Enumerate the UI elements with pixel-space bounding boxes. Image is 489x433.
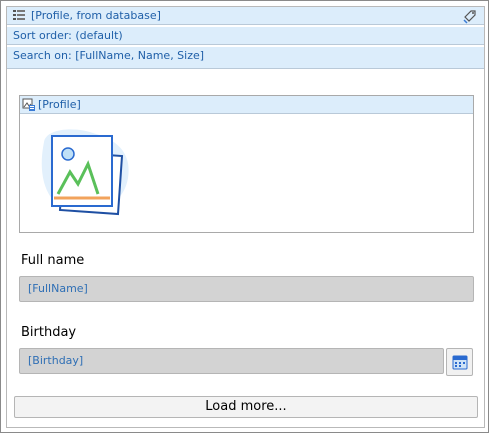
- calendar-icon: [452, 355, 468, 370]
- tag-icon[interactable]: [462, 8, 478, 24]
- gallery-panel: [Profile, from database] Sort order: (de…: [6, 6, 485, 428]
- sort-order-row[interactable]: Sort order: (default): [7, 27, 484, 45]
- search-on-row[interactable]: Search on: [FullName, Name, Size]: [7, 47, 484, 69]
- calendar-button[interactable]: [446, 348, 473, 376]
- profile-title-bar: [Profile]: [20, 96, 473, 114]
- datasource-header[interactable]: [Profile, from database]: [7, 7, 484, 25]
- profile-title-label: [Profile]: [38, 98, 81, 111]
- sort-order-label: Sort order: (default): [13, 29, 123, 42]
- datasource-label: [Profile, from database]: [31, 9, 161, 22]
- load-more-button[interactable]: Load more...: [14, 396, 478, 418]
- image-edit-icon: [22, 98, 35, 111]
- list-datasource-icon: [13, 10, 25, 20]
- profile-image-control[interactable]: [Profile]: [19, 95, 474, 233]
- fullname-label: Full name: [21, 253, 85, 268]
- fullname-field[interactable]: [FullName]: [19, 276, 474, 302]
- fullname-value: [FullName]: [28, 282, 88, 295]
- gallery-frame: [Profile, from database] Sort order: (de…: [0, 0, 489, 433]
- search-on-label: Search on: [FullName, Name, Size]: [13, 49, 205, 62]
- birthday-value: [Birthday]: [28, 354, 84, 367]
- load-more-label: Load more...: [205, 399, 287, 414]
- image-placeholder-icon: [41, 129, 129, 216]
- birthday-field[interactable]: [Birthday]: [19, 348, 444, 374]
- birthday-label: Birthday: [21, 325, 77, 340]
